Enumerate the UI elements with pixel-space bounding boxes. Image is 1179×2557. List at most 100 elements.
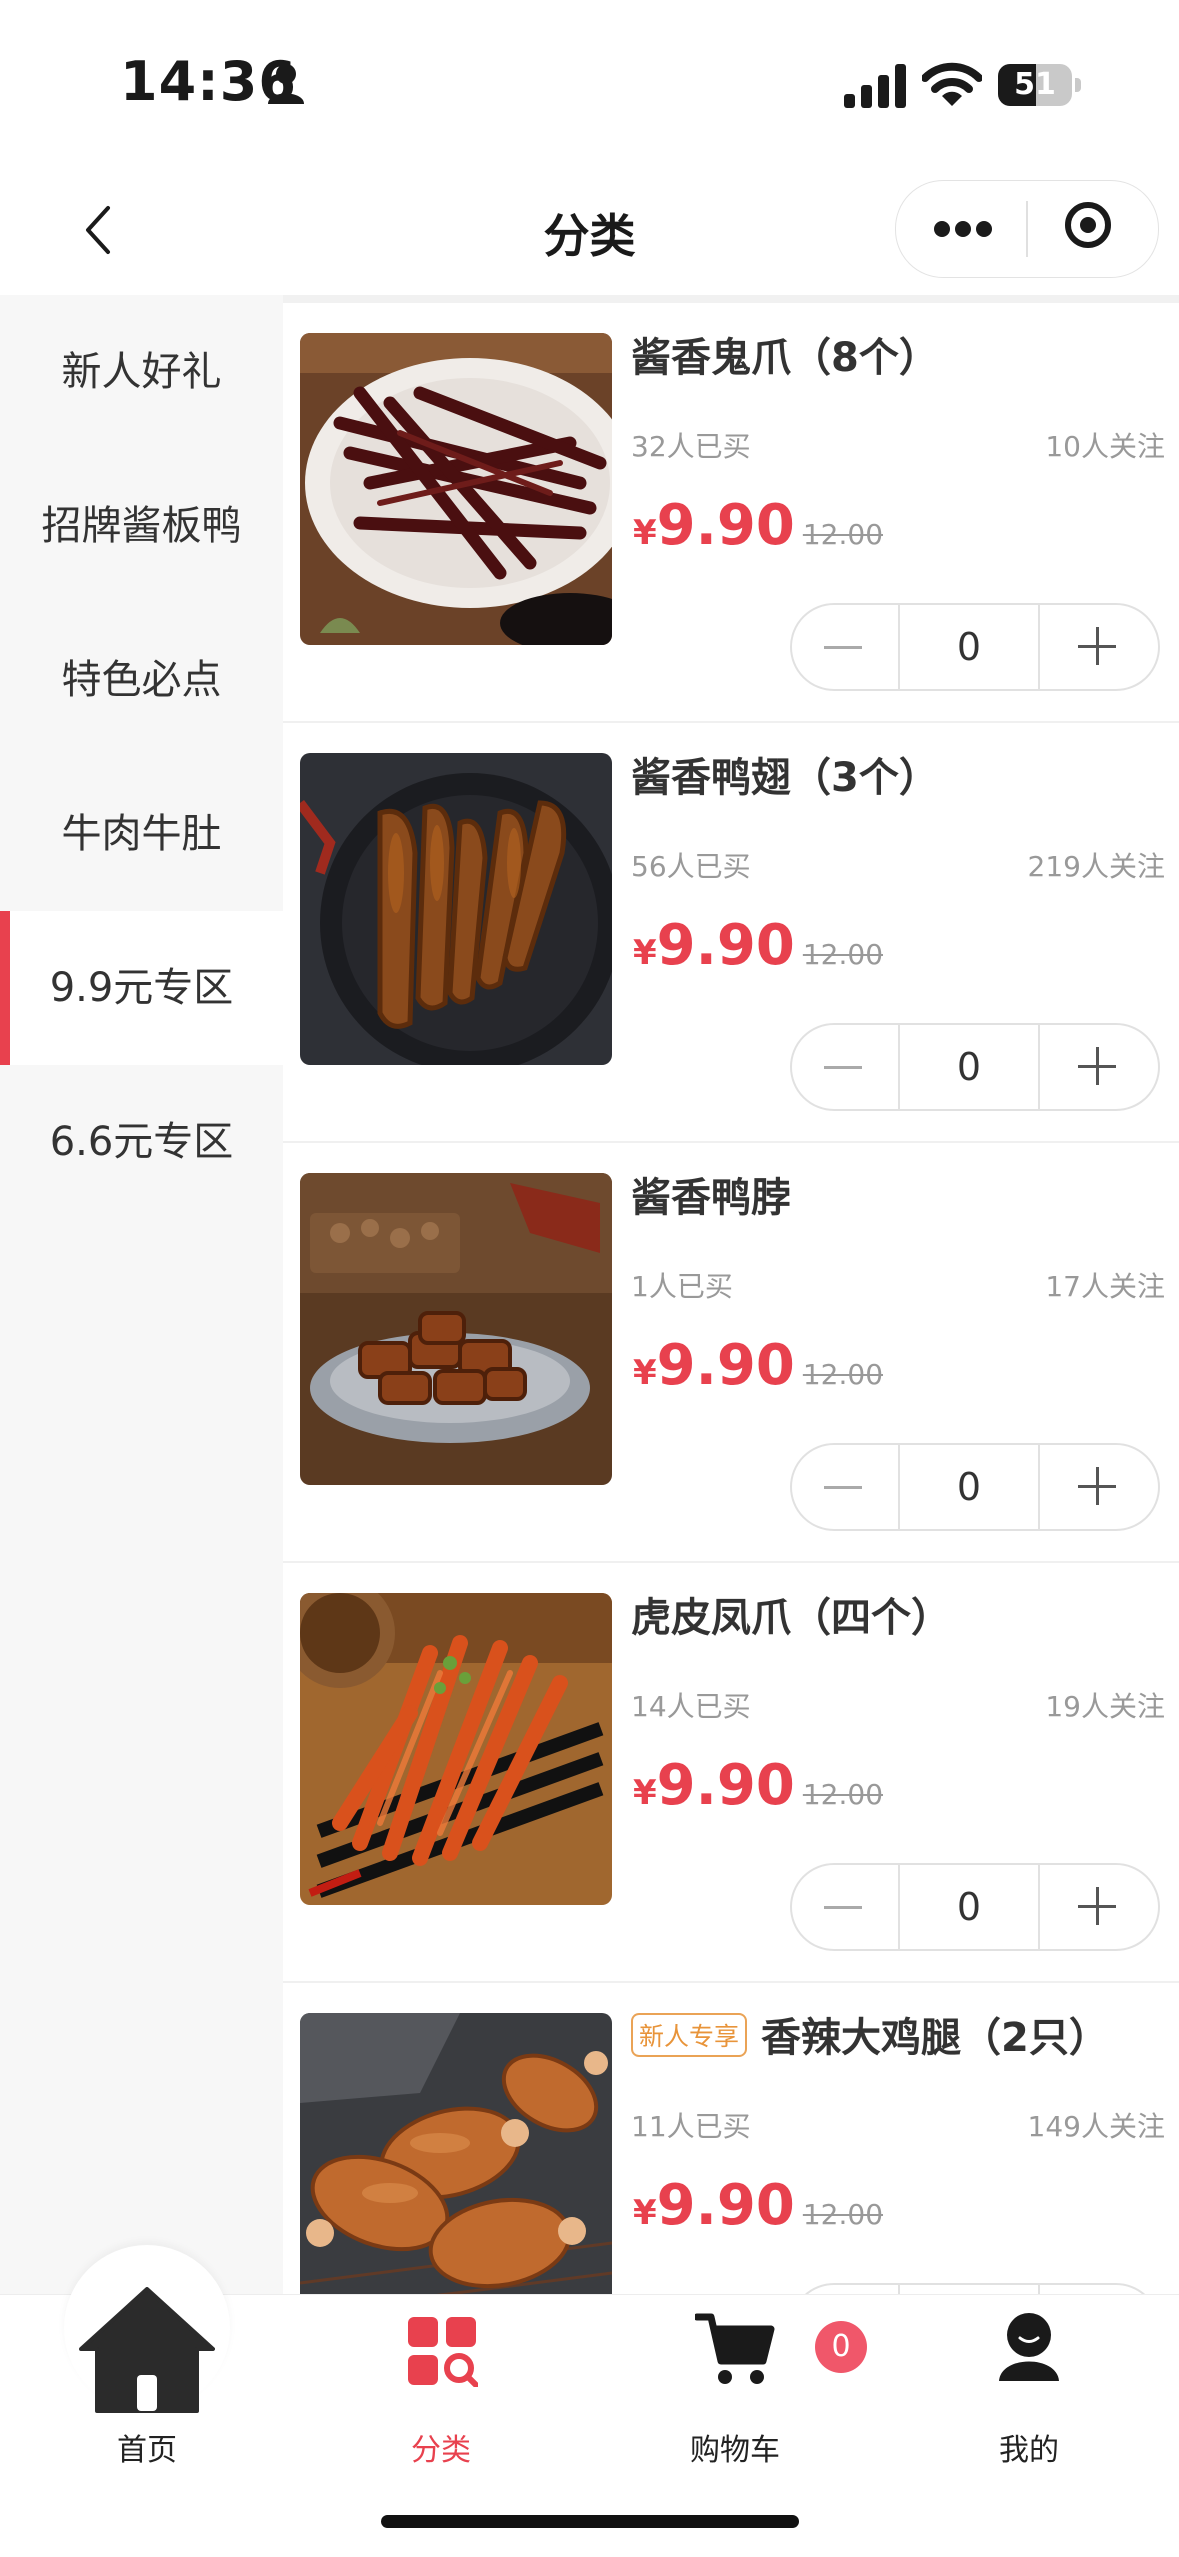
sidebar-item-1[interactable]: 招牌酱板鸭 bbox=[0, 449, 283, 603]
tab-category-label: 分类 bbox=[411, 2433, 471, 2468]
product-name: 酱香鬼爪（8个） bbox=[631, 335, 939, 381]
sale-price: 9.90 bbox=[656, 1753, 795, 1818]
category-sidebar: 新人好礼招牌酱板鸭特色必点牛肉牛肚 9.9元专区 6.6元专区 bbox=[0, 295, 283, 2295]
decrease-button[interactable] bbox=[792, 1445, 898, 1529]
product-name: 虎皮凤爪（四个） bbox=[631, 1595, 951, 1641]
sold-count: 56人已买 bbox=[631, 850, 751, 883]
quantity-value[interactable]: 0 bbox=[898, 605, 1040, 689]
product-image[interactable] bbox=[300, 753, 612, 1065]
product-name: 酱香鸭脖 bbox=[631, 1175, 791, 1221]
original-price: 12.00 bbox=[802, 1358, 884, 1391]
sidebar-item-2[interactable]: 特色必点 bbox=[0, 603, 283, 757]
sold-count: 1人已买 bbox=[631, 1270, 733, 1303]
sidebar-item-label: 9.9元专区 bbox=[49, 965, 234, 1011]
original-price: 12.00 bbox=[802, 2198, 884, 2231]
follower-count: 17人关注 bbox=[1045, 1270, 1165, 1303]
sidebar-item-label: 6.6元专区 bbox=[49, 1119, 234, 1165]
tab-home[interactable]: 首页 bbox=[0, 2287, 294, 2495]
more-button[interactable] bbox=[896, 181, 1026, 277]
price: ¥9.90 12.00 bbox=[633, 913, 883, 978]
person-icon bbox=[268, 64, 304, 104]
product-list[interactable]: 酱香鬼爪（8个） 32人已买 10人关注 ¥9.90 12.00 0 酱香鸭翅（3个） 56人… bbox=[283, 295, 1179, 2295]
cellular-signal-icon bbox=[844, 64, 906, 108]
category-icon bbox=[408, 2317, 478, 2387]
sidebar-item-5[interactable]: 6.6元专区 bbox=[0, 1065, 283, 1219]
product-name-row[interactable]: 酱香鸭翅（3个） bbox=[631, 745, 1171, 803]
increase-button[interactable] bbox=[1040, 1025, 1158, 1109]
tab-category[interactable]: 分类 bbox=[294, 2295, 588, 2495]
price: ¥9.90 12.00 bbox=[633, 1753, 883, 1818]
quantity-stepper: 0 bbox=[790, 603, 1160, 691]
product-name-row[interactable]: 酱香鸭脖 bbox=[631, 1165, 1171, 1223]
sale-price: 9.90 bbox=[656, 493, 795, 558]
increase-button[interactable] bbox=[1040, 1865, 1158, 1949]
increase-button[interactable] bbox=[1040, 605, 1158, 689]
sold-count: 11人已买 bbox=[631, 2110, 751, 2143]
sidebar-item-label: 新人好礼 bbox=[61, 349, 222, 395]
decrease-button[interactable] bbox=[792, 605, 898, 689]
quantity-value[interactable]: 0 bbox=[898, 1025, 1040, 1109]
status-bar: 14:36 51 bbox=[0, 0, 1179, 170]
product-name-row[interactable]: 酱香鬼爪（8个） bbox=[631, 325, 1171, 383]
sale-price: 9.90 bbox=[656, 913, 795, 978]
sidebar-item-4[interactable]: 9.9元专区 bbox=[0, 911, 283, 1065]
new-user-tag: 新人专享 bbox=[631, 2013, 748, 2057]
product-image[interactable] bbox=[300, 1593, 612, 1905]
active-indicator bbox=[0, 911, 10, 1065]
currency-symbol: ¥ bbox=[633, 513, 657, 553]
increase-button[interactable] bbox=[1040, 1445, 1158, 1529]
product-card[interactable]: 酱香鸭脖 1人已买 17人关注 ¥9.90 12.00 0 bbox=[283, 1143, 1179, 1563]
follower-count: 149人关注 bbox=[1027, 2110, 1165, 2143]
follower-count: 19人关注 bbox=[1045, 1690, 1165, 1723]
quantity-value[interactable]: 0 bbox=[898, 1445, 1040, 1529]
original-price: 12.00 bbox=[802, 938, 884, 971]
product-name-row[interactable]: 新人专享 香辣大鸡腿（2只） bbox=[631, 2005, 1171, 2063]
product-card[interactable]: 新人专享香辣大鸡腿（2只）11人已买149人关注¥9.9012.000 bbox=[283, 1983, 1179, 2295]
sold-count: 32人已买 bbox=[631, 430, 751, 463]
product-image[interactable] bbox=[300, 333, 612, 645]
close-miniprogram-button[interactable] bbox=[1027, 181, 1158, 277]
battery-level: 51 bbox=[1014, 67, 1056, 102]
tab-profile[interactable]: 我的 bbox=[882, 2295, 1176, 2495]
sidebar-item-label: 特色必点 bbox=[61, 657, 222, 703]
miniprogram-capsule bbox=[895, 180, 1159, 278]
tab-home-label: 首页 bbox=[117, 2433, 177, 2468]
sale-price: 9.90 bbox=[656, 1333, 795, 1398]
product-card[interactable]: 酱香鸭翅（3个） 56人已买 219人关注 ¥9.90 12.00 0 bbox=[283, 723, 1179, 1143]
product-card[interactable]: 虎皮凤爪（四个） 14人已买 19人关注 ¥9.90 12.00 0 bbox=[283, 1563, 1179, 1983]
home-indicator bbox=[381, 2515, 799, 2528]
product-card[interactable]: 酱香鬼爪（8个） 32人已买 10人关注 ¥9.90 12.00 0 bbox=[283, 303, 1179, 723]
quantity-stepper: 0 bbox=[790, 1023, 1160, 1111]
product-image[interactable] bbox=[300, 1173, 612, 1485]
sidebar-item-label: 牛肉牛肚 bbox=[61, 811, 222, 857]
sidebar-item-label: 招牌酱板鸭 bbox=[41, 503, 242, 549]
product-name: 酱香鸭翅（3个） bbox=[631, 755, 939, 801]
sidebar-item-3[interactable]: 牛肉牛肚 bbox=[0, 757, 283, 911]
home-icon bbox=[79, 2287, 215, 2413]
currency-symbol: ¥ bbox=[633, 933, 657, 973]
product-name-row[interactable]: 虎皮凤爪（四个） bbox=[631, 1585, 1171, 1643]
price: ¥9.90 12.00 bbox=[633, 2173, 883, 2238]
price: ¥9.90 12.00 bbox=[633, 1333, 883, 1398]
original-price: 12.00 bbox=[802, 1778, 884, 1811]
sidebar-item-0[interactable]: 新人好礼 bbox=[0, 295, 283, 449]
quantity-value[interactable]: 0 bbox=[898, 1865, 1040, 1949]
wifi-icon bbox=[922, 62, 982, 106]
tab-profile-label: 我的 bbox=[999, 2433, 1059, 2468]
price: ¥9.90 12.00 bbox=[633, 493, 883, 558]
quantity-stepper: 0 bbox=[790, 1863, 1160, 1951]
tab-cart-label: 购物车 bbox=[690, 2433, 780, 2468]
currency-symbol: ¥ bbox=[633, 1353, 657, 1393]
decrease-button[interactable] bbox=[792, 1025, 898, 1109]
product-name: 香辣大鸡腿（2只） bbox=[761, 2015, 1109, 2061]
product-image[interactable] bbox=[300, 2013, 612, 2295]
target-circle-icon bbox=[1065, 202, 1111, 248]
profile-icon bbox=[999, 2313, 1059, 2381]
decrease-button[interactable] bbox=[792, 1865, 898, 1949]
battery-icon: 51 bbox=[998, 64, 1082, 106]
cart-icon bbox=[695, 2313, 775, 2384]
follower-count: 219人关注 bbox=[1027, 850, 1165, 883]
sale-price: 9.90 bbox=[656, 2173, 795, 2238]
sold-count: 14人已买 bbox=[631, 1690, 751, 1723]
currency-symbol: ¥ bbox=[633, 1773, 657, 1813]
